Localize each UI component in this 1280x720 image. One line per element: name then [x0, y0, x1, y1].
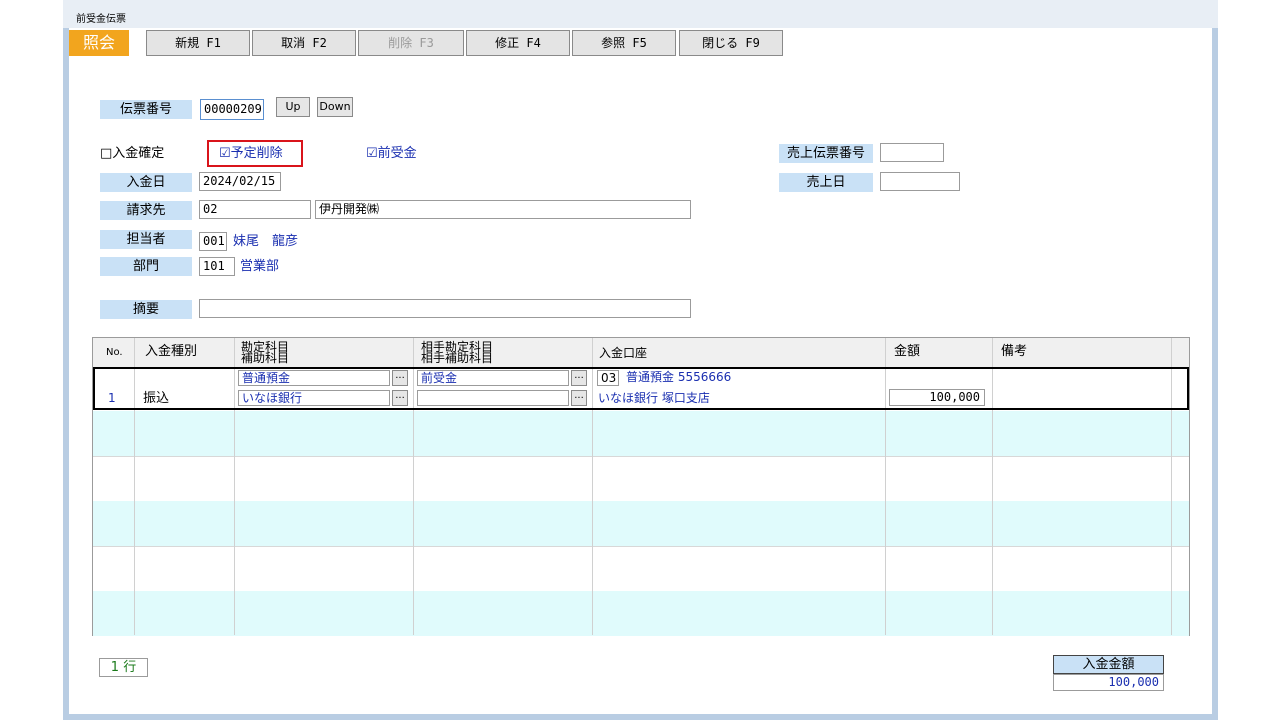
new-button[interactable]: 新規 F1 — [146, 30, 250, 56]
header-no: No. — [106, 347, 123, 358]
header-type: 入金種別 — [145, 344, 198, 359]
sales-date-label: 売上日 — [779, 173, 873, 192]
down-button[interactable]: Down — [317, 97, 353, 117]
account-lookup-button[interactable]: ... — [392, 370, 408, 386]
title-bar: 前受金伝票 — [63, 0, 1218, 28]
grid-row-empty[interactable] — [93, 411, 1189, 456]
grid-col-line — [1171, 369, 1172, 408]
sales-slip-label: 売上伝票番号 — [779, 144, 873, 163]
sub-account-input[interactable]: いなほ銀行 — [238, 390, 390, 406]
up-button[interactable]: Up — [276, 97, 310, 117]
counter-account-input[interactable]: 前受金 — [417, 370, 569, 386]
bank-line2: いなほ銀行 塚口支店 — [598, 391, 710, 405]
advance-payment-checkbox[interactable]: ☑前受金 — [366, 144, 417, 163]
mode-indicator: 照会 — [69, 30, 129, 56]
billing-name-input[interactable]: 伊丹開発㈱ — [315, 200, 691, 219]
dept-name: 営業部 — [240, 259, 280, 274]
delete-button[interactable]: 削除 F3 — [358, 30, 464, 56]
grid-col-line — [413, 369, 414, 408]
row-type: 振込 — [143, 391, 170, 406]
header-sub-account: 補助科目 — [241, 351, 290, 365]
deposit-date-input[interactable]: 2024/02/15 — [199, 172, 281, 191]
slip-no-label: 伝票番号 — [100, 100, 192, 119]
grid-col-line — [885, 369, 886, 408]
counter-sub-lookup-button[interactable]: ... — [571, 390, 587, 406]
close-button[interactable]: 閉じる F9 — [679, 30, 783, 56]
account-input[interactable]: 普通預金 — [238, 370, 390, 386]
staff-label: 担当者 — [100, 230, 192, 249]
header-remarks: 備考 — [1001, 344, 1028, 359]
billing-code-input[interactable]: 02 — [199, 200, 311, 219]
total-value: 100,000 — [1053, 674, 1164, 691]
row-no: 1 — [108, 391, 116, 405]
edit-button[interactable]: 修正 F4 — [466, 30, 570, 56]
grid-col-line — [992, 369, 993, 408]
staff-code-input[interactable]: 001 — [199, 232, 227, 251]
header-counter-sub: 相手補助科目 — [421, 351, 494, 365]
summary-label: 摘要 — [100, 300, 192, 319]
counter-sub-input[interactable] — [417, 390, 569, 406]
grid-row-empty[interactable] — [93, 591, 1189, 636]
grid-col-line — [592, 369, 593, 408]
staff-name: 妹尾 龍彦 — [233, 234, 299, 249]
cancel-button[interactable]: 取消 F2 — [252, 30, 356, 56]
bank-code-input[interactable]: 03 — [597, 370, 619, 386]
window-title: 前受金伝票 — [76, 14, 126, 25]
row-count: 1 行 — [99, 658, 148, 677]
grid-col-line — [234, 369, 235, 408]
dept-code-input[interactable]: 101 — [199, 257, 235, 276]
amount-input[interactable]: 100,000 — [889, 389, 985, 406]
total-label: 入金金額 — [1053, 655, 1164, 674]
header-bank: 入金口座 — [599, 346, 648, 360]
counter-account-lookup-button[interactable]: ... — [571, 370, 587, 386]
header-amount: 金額 — [894, 344, 921, 359]
sales-date-input[interactable] — [880, 172, 960, 191]
deposit-date-label: 入金日 — [100, 173, 192, 192]
deposit-confirmed-checkbox[interactable]: □入金確定 — [100, 144, 164, 163]
billing-label: 請求先 — [100, 201, 192, 220]
scheduled-delete-checkbox[interactable]: ☑予定削除 — [219, 144, 283, 163]
reference-button[interactable]: 参照 F5 — [572, 30, 676, 56]
grid-row-empty[interactable] — [93, 546, 1189, 591]
grid-row-empty[interactable] — [93, 501, 1189, 546]
sub-account-lookup-button[interactable]: ... — [392, 390, 408, 406]
slip-no-input[interactable]: 00000209 — [200, 99, 264, 120]
sales-slip-input[interactable] — [880, 143, 944, 162]
summary-input[interactable] — [199, 299, 691, 318]
grid-row-empty[interactable] — [93, 456, 1189, 501]
grid-col-line — [134, 369, 135, 408]
dept-label: 部門 — [100, 257, 192, 276]
bank-line1: 普通預金 5556666 — [626, 370, 732, 384]
